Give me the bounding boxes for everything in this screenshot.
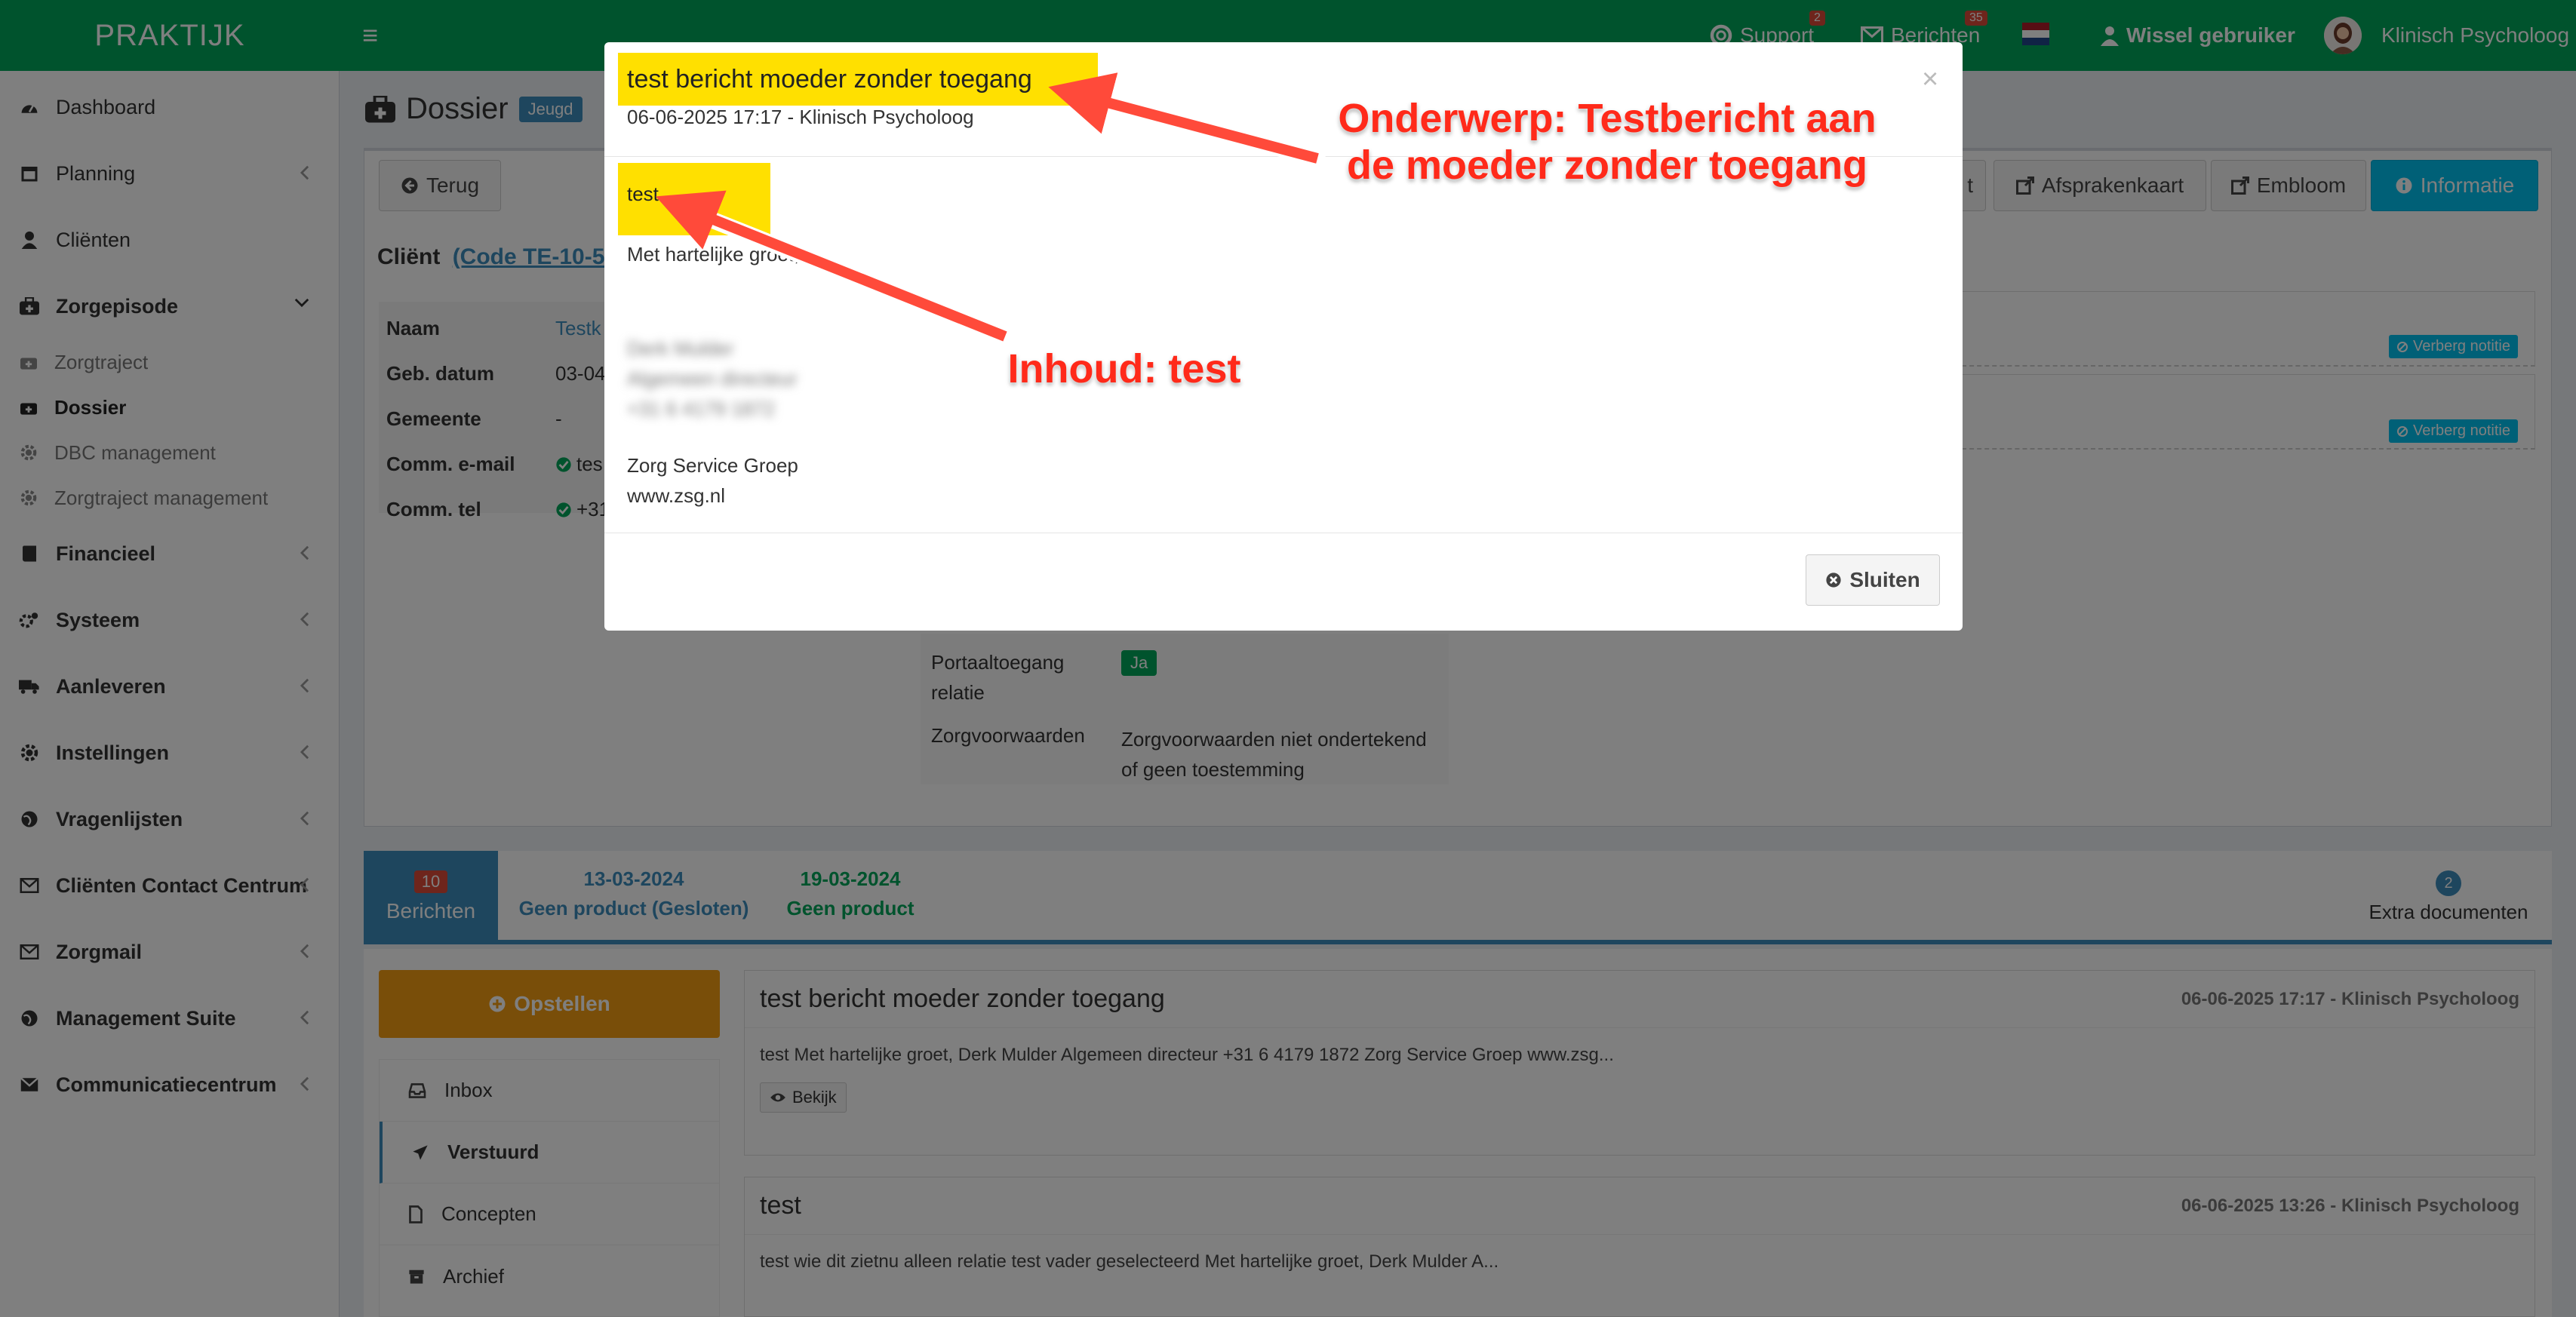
annotation-arrows (656, 72, 1326, 345)
subject-annotation-text: Onderwerp: Testbericht aan de moeder zon… (1337, 95, 1877, 189)
body-annotation-arrow-line (656, 190, 1007, 342)
body-annotation-text: Inhoud: test (1007, 345, 1242, 392)
subject-annotation-arrow-line (1048, 72, 1319, 164)
